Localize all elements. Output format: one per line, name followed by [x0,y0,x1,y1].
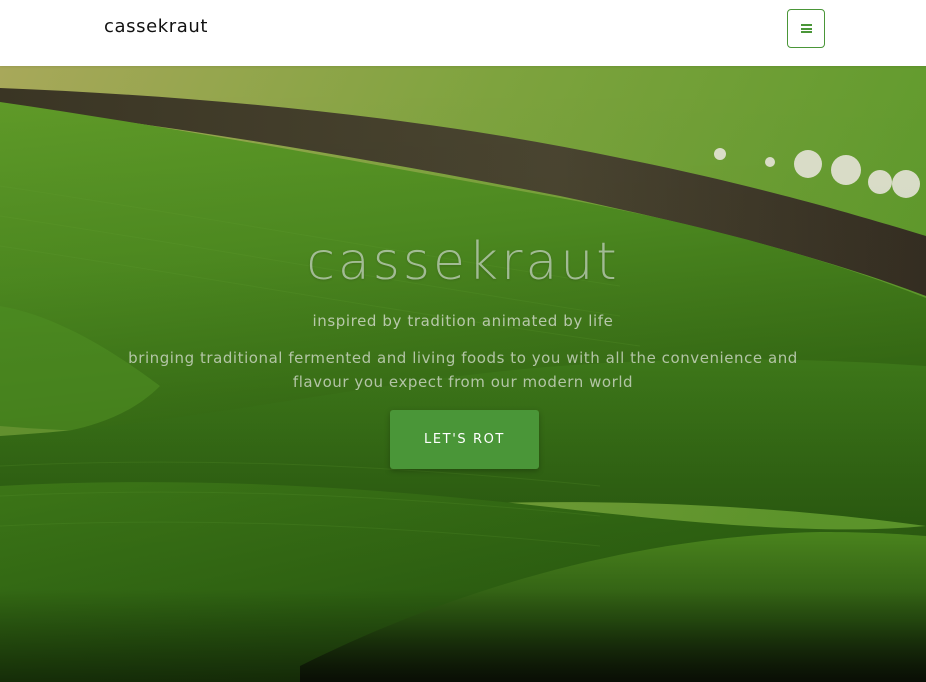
lets-rot-button[interactable]: LET'S ROT [390,410,539,469]
menu-toggle-button[interactable] [787,9,825,48]
hero-tagline: inspired by tradition animated by life [312,312,614,330]
top-navbar: cassekraut [0,0,926,66]
hero-title: cassekraut [306,232,620,292]
hamburger-icon [800,24,812,33]
hero-description: bringing traditional fermented and livin… [128,349,798,391]
brand-logo-link[interactable]: cassekraut [104,16,208,37]
hero-section: cassekraut inspired by tradition animate… [0,66,926,682]
